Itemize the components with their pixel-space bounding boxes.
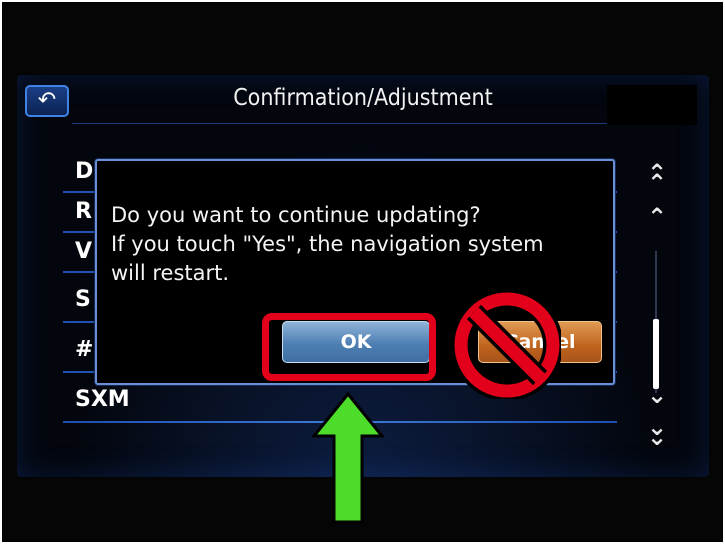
list-item-label: R xyxy=(75,199,92,224)
list-item-label: SXM xyxy=(75,387,130,412)
header: ↶ Confirmation/Adjustment xyxy=(17,75,709,127)
dialog-message-line: Do you want to continue updating? xyxy=(111,203,481,227)
dialog-message: Do you want to continue updating? If you… xyxy=(111,201,611,288)
dialog-message-line: If you touch "Yes", the navigation syste… xyxy=(111,232,544,256)
page-down-button[interactable]: ⌄ xyxy=(637,423,677,451)
redaction-box xyxy=(607,85,697,125)
chevron-up-icon[interactable]: ⌃ xyxy=(637,203,677,231)
page-up-button[interactable]: ⌃ xyxy=(637,169,677,197)
back-arrow-icon: ↶ xyxy=(37,88,57,113)
back-button[interactable]: ↶ xyxy=(25,85,69,117)
page-title: Confirmation/Adjustment xyxy=(233,85,493,111)
scrollbar: ⌃ ⌃ ⌃ ⌄ ⌄ ⌄ xyxy=(637,159,677,459)
ok-highlight-frame xyxy=(262,313,436,381)
scroll-thumb[interactable] xyxy=(653,319,659,389)
dialog-message-line: will restart. xyxy=(111,261,230,285)
list-item-label: # xyxy=(75,337,94,362)
up-arrow-pointer-icon xyxy=(312,392,384,524)
list-item-label: D xyxy=(75,159,94,184)
list-item-label: V xyxy=(75,239,93,264)
list-item-label: S xyxy=(75,287,91,312)
chevron-down-icon[interactable]: ⌄ xyxy=(637,381,677,409)
prohibited-icon xyxy=(453,291,561,399)
header-divider xyxy=(72,123,612,124)
